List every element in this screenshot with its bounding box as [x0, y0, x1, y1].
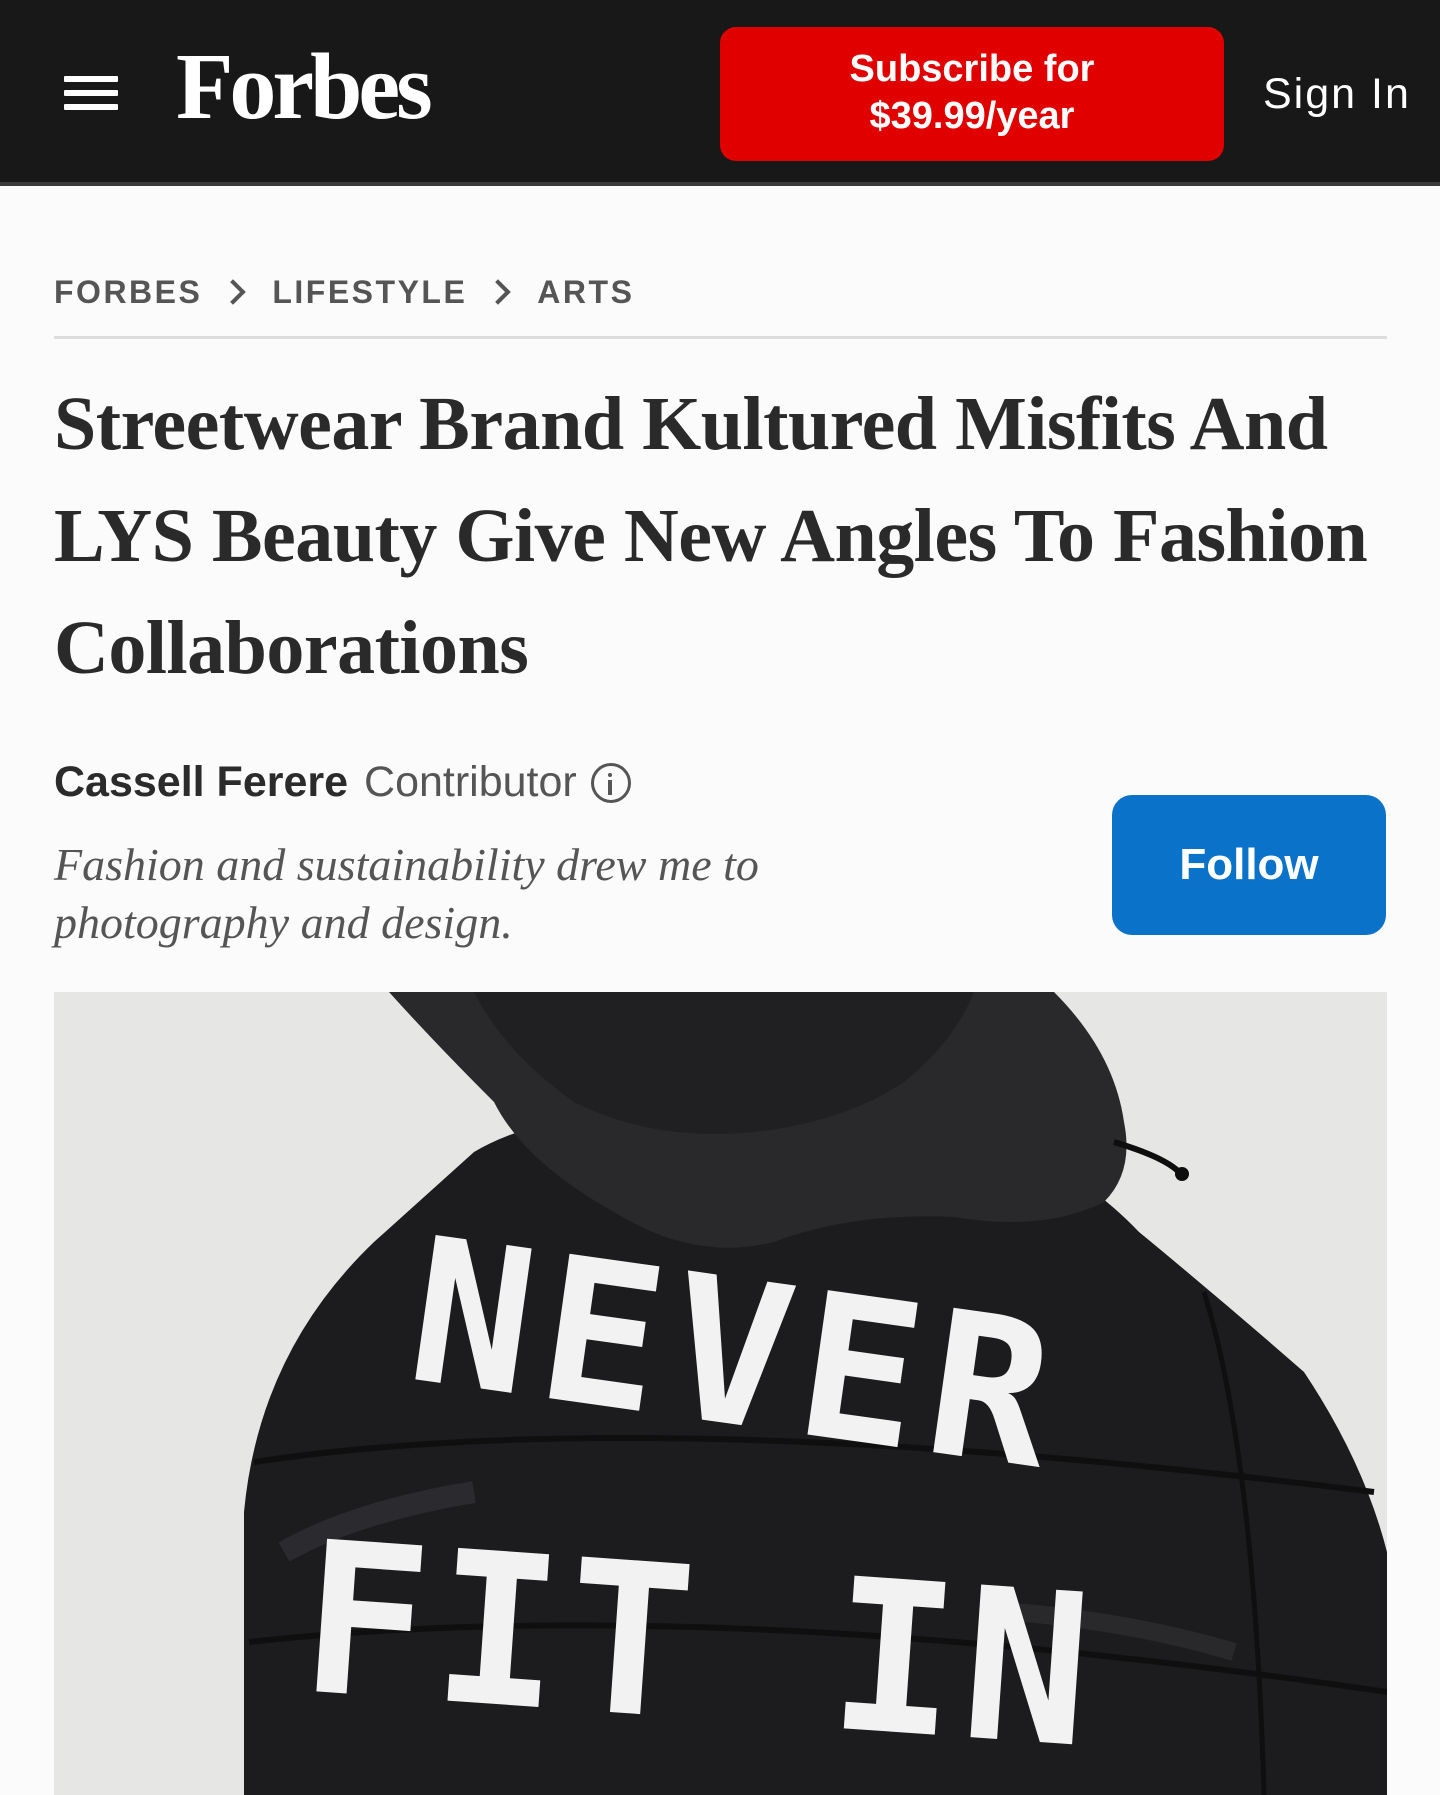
breadcrumb-arts[interactable]: ARTS	[537, 274, 634, 311]
author-role: Contributor	[364, 758, 577, 806]
jacket-photo: NEVER FIT IN	[54, 992, 1387, 1795]
hamburger-menu-icon[interactable]	[64, 72, 118, 114]
divider	[54, 336, 1387, 339]
hero-image: NEVER FIT IN	[54, 992, 1387, 1795]
subscribe-label-line1: Subscribe for	[849, 48, 1095, 90]
breadcrumb-forbes[interactable]: FORBES	[54, 274, 202, 311]
author-bio: Fashion and sustainability drew me to ph…	[54, 839, 759, 948]
subscribe-label-price: $39.99/year	[869, 95, 1075, 137]
author-byline: Cassell Ferere Contributor	[54, 758, 631, 807]
chevron-right-icon	[220, 279, 247, 305]
breadcrumb: FORBES LIFESTYLE ARTS	[54, 272, 634, 312]
info-icon[interactable]	[590, 762, 631, 803]
site-header: Forbes Subscribe for $39.99/year Sign In	[0, 0, 1440, 186]
subscribe-button[interactable]: Subscribe for $39.99/year	[720, 27, 1224, 161]
article-headline: Streetwear Brand Kultured Misfits And LY…	[54, 382, 1368, 690]
breadcrumb-lifestyle[interactable]: LIFESTYLE	[272, 274, 467, 311]
author-name[interactable]: Cassell Ferere	[54, 758, 348, 807]
chevron-right-icon	[485, 279, 512, 305]
forbes-logo[interactable]: Forbes	[176, 40, 433, 134]
sign-in-link[interactable]: Sign In	[1263, 70, 1411, 119]
follow-button[interactable]: Follow	[1112, 795, 1386, 935]
